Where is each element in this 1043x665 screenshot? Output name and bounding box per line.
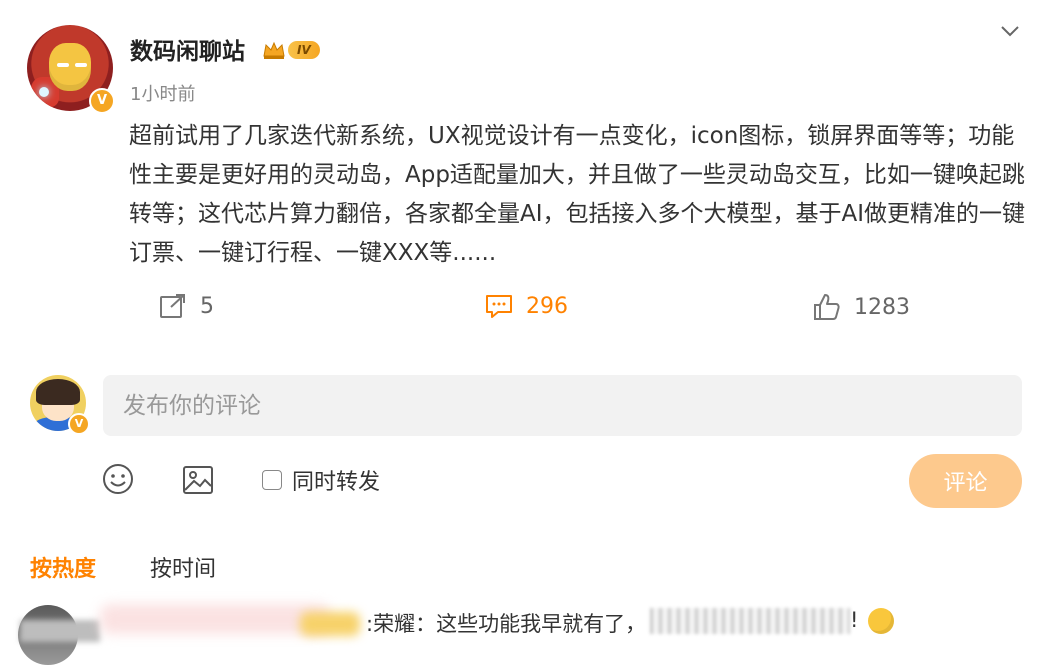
thumbs-up-icon — [812, 292, 842, 322]
verified-badge: V — [89, 88, 115, 114]
post-time: 1小时前 — [130, 84, 196, 105]
crown-icon — [262, 40, 286, 60]
repost-label: 同时转发 — [292, 470, 381, 495]
comment-count: 296 — [526, 293, 568, 319]
comment-icon — [484, 292, 514, 320]
level-badge: IV — [262, 39, 320, 61]
submit-comment-button[interactable]: 评论 — [909, 454, 1022, 508]
author-name[interactable]: 数码闲聊站 — [130, 32, 245, 66]
comment-input[interactable] — [103, 375, 1022, 436]
comment-text: :荣耀：这些功能我早就有了， — [366, 612, 647, 636]
verified-badge: V — [68, 413, 90, 435]
chevron-down-icon[interactable] — [997, 20, 1023, 42]
tab-sort-hot[interactable]: 按热度 — [30, 551, 96, 583]
smiley-icon[interactable] — [101, 462, 135, 496]
redacted-area — [300, 612, 360, 636]
checkbox[interactable] — [262, 470, 282, 490]
share-icon — [158, 292, 188, 320]
avatar-art — [49, 43, 91, 91]
comment-button[interactable]: 296 — [484, 292, 568, 320]
level-text: IV — [288, 41, 320, 59]
image-icon[interactable] — [181, 463, 215, 497]
redacted-area — [650, 608, 850, 634]
post-content: 超前试用了几家迭代新系统，UX视觉设计有一点变化，icon图标，锁屏界面等等；功… — [129, 123, 1026, 266]
tab-sort-time[interactable]: 按时间 — [150, 551, 216, 583]
like-count: 1283 — [854, 294, 910, 320]
comment-text-end: ! — [850, 608, 859, 632]
like-button[interactable]: 1283 — [812, 292, 910, 322]
forward-button[interactable]: 5 — [158, 292, 214, 320]
avatar-art — [36, 379, 80, 405]
redacted-area — [100, 604, 330, 634]
redacted-area — [20, 620, 100, 642]
thinking-emoji-icon — [868, 608, 894, 634]
avatar-art — [57, 63, 69, 67]
forward-count: 5 — [200, 293, 214, 319]
avatar-art — [75, 63, 87, 67]
repost-checkbox[interactable]: 同时转发 — [262, 464, 380, 496]
